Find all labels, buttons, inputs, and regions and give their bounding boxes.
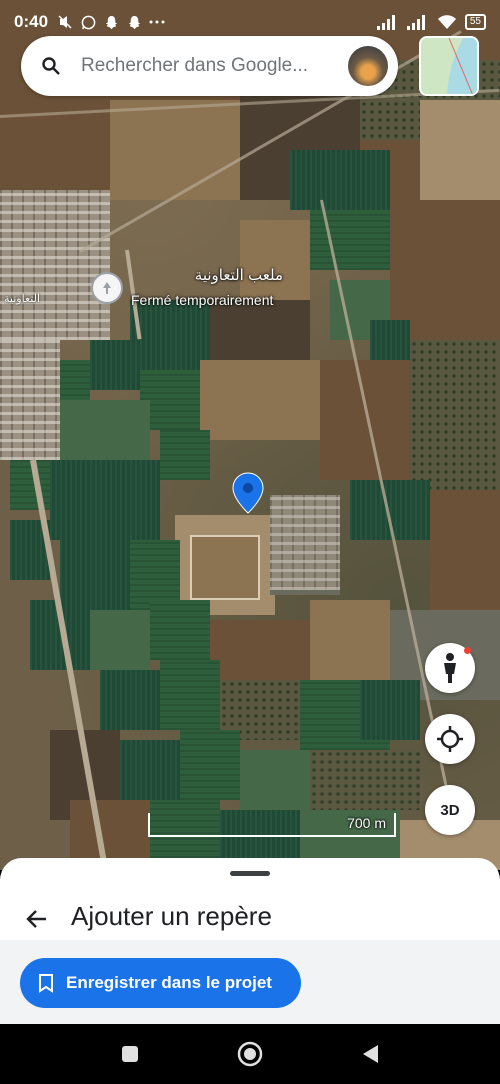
map-field: [310, 210, 390, 270]
arrow-back-icon: [26, 910, 46, 928]
recents-button[interactable]: [110, 1034, 150, 1074]
map-field: [320, 360, 410, 480]
pegman-icon: [444, 653, 456, 683]
drag-handle[interactable]: [230, 871, 270, 876]
signal-icon: [406, 15, 425, 30]
village: [270, 495, 340, 590]
my-location-button[interactable]: [425, 714, 475, 764]
street-view-button[interactable]: [425, 643, 475, 693]
map-field: [390, 200, 500, 340]
crosshair-icon: [437, 726, 463, 752]
whatsapp-icon: [79, 13, 97, 31]
view-3d-button[interactable]: 3D: [425, 785, 475, 835]
recents-icon: [122, 1046, 138, 1062]
map-field: [290, 150, 390, 210]
map-field: [60, 400, 150, 460]
sports-field: [190, 535, 260, 600]
map-field: [130, 300, 210, 370]
dropped-pin-icon[interactable]: [232, 472, 264, 514]
signal-icon: [376, 15, 395, 30]
snapchat-icon: [125, 13, 143, 31]
map-field: [120, 740, 180, 800]
avatar[interactable]: [348, 46, 388, 86]
map-thumbnail-icon: [421, 38, 477, 94]
scale-bar: 700 m: [148, 813, 396, 837]
snapchat-icon: [102, 13, 120, 31]
back-button[interactable]: [20, 902, 54, 936]
village: [0, 190, 110, 340]
bookmark-icon: [39, 974, 53, 993]
map-field: [240, 750, 310, 810]
map-field: [150, 600, 210, 660]
poi-name[interactable]: ملعب التعاونية: [0, 266, 283, 284]
status-time: 0:40: [14, 12, 49, 31]
map-field: [90, 610, 150, 670]
save-button-label: Enregistrer dans le projet: [66, 973, 272, 992]
bottom-sheet: Ajouter un repère Enregistrer dans le pr…: [0, 858, 500, 1024]
battery-icon: 55: [464, 14, 486, 30]
map-field: [310, 750, 420, 810]
map-field: [110, 100, 240, 200]
map-field: [90, 340, 140, 390]
map-field: [200, 360, 320, 440]
map-field: [160, 430, 210, 480]
map-field: [430, 490, 500, 610]
satellite-map[interactable]: ملعب التعاونية Fermé temporairement التع…: [0, 0, 500, 870]
map-field: [210, 300, 310, 360]
map-field: [210, 620, 310, 680]
navigation-bar: [0, 1024, 500, 1084]
map-field: [180, 730, 240, 800]
mute-icon: [56, 13, 74, 31]
scale-label: 700 m: [347, 815, 386, 831]
poi-status[interactable]: Fermé temporairement: [131, 292, 273, 308]
back-nav-button[interactable]: [350, 1034, 390, 1074]
map-field: [100, 670, 160, 730]
place-label: التعاونية: [4, 293, 40, 305]
map-field: [420, 100, 500, 210]
map-field: [50, 460, 160, 540]
map-field: [310, 600, 390, 680]
map-field: [360, 680, 420, 740]
status-right: 55: [376, 14, 486, 30]
sheet-actions: Enregistrer dans le projet: [0, 940, 500, 1024]
notification-dot: [464, 647, 471, 654]
map-field: [410, 340, 500, 490]
search-icon[interactable]: [37, 52, 65, 80]
back-triangle-icon: [363, 1045, 378, 1063]
save-to-project-button[interactable]: Enregistrer dans le projet: [20, 958, 301, 1008]
village: [0, 340, 60, 460]
map-layers-button[interactable]: [419, 36, 479, 96]
home-button[interactable]: [230, 1034, 270, 1074]
search-input[interactable]: [81, 55, 348, 77]
sheet-title: Ajouter un repère: [71, 901, 272, 931]
map-field: [160, 660, 220, 730]
home-icon: [237, 1041, 263, 1067]
more-notifications-icon: [148, 13, 166, 31]
search-bar[interactable]: [21, 36, 398, 96]
wifi-icon: [437, 15, 456, 29]
